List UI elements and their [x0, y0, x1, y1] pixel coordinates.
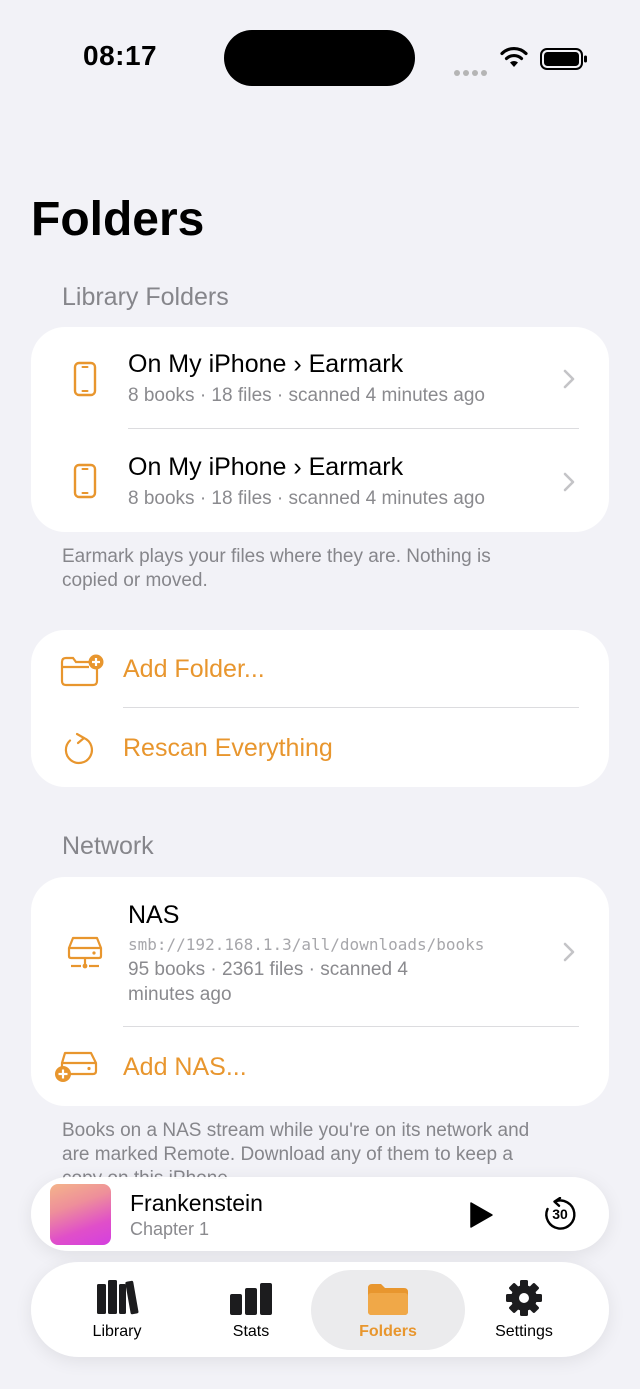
nas-add-icon — [55, 1051, 98, 1082]
rescan-everything-button[interactable]: Rescan Everything — [31, 708, 609, 787]
folder-icon — [368, 1284, 408, 1315]
tab-library[interactable]: Library — [57, 1262, 177, 1357]
tab-label: Library — [92, 1323, 142, 1340]
folder-subtitle: 8 books · 18 files · scanned 4 minutes a… — [128, 385, 485, 406]
refresh-icon — [64, 732, 93, 765]
tab-settings[interactable]: Settings — [464, 1262, 584, 1357]
nas-row[interactable]: NAS smb://192.168.1.3/all/downloads/book… — [31, 877, 609, 1026]
section-label-network: Network — [62, 832, 154, 860]
skip-back-30-button[interactable]: 30 — [542, 1197, 578, 1233]
books-icon — [97, 1280, 139, 1315]
iphone-icon — [73, 361, 97, 397]
battery-icon — [540, 48, 587, 70]
status-time: 08:17 — [83, 40, 158, 71]
wifi-icon — [500, 46, 528, 67]
now-playing-title: Frankenstein — [130, 1190, 263, 1216]
add-folder-label: Add Folder... — [123, 655, 265, 683]
play-icon[interactable] — [467, 1201, 495, 1229]
stats-icon — [230, 1283, 272, 1315]
folder-subtitle: 8 books · 18 files · scanned 4 minutes a… — [128, 488, 485, 509]
add-nas-button[interactable]: Add NAS... — [31, 1027, 609, 1106]
cover-art — [50, 1184, 111, 1245]
tab-label: Stats — [232, 1323, 270, 1340]
nas-drive-icon — [67, 936, 103, 969]
network-card: NAS smb://192.168.1.3/all/downloads/book… — [31, 877, 609, 1106]
rescan-label: Rescan Everything — [123, 734, 333, 762]
chevron-right-icon — [563, 942, 575, 962]
add-folder-button[interactable]: Add Folder... — [31, 630, 609, 708]
folder-add-icon — [60, 654, 104, 687]
tab-label: Settings — [495, 1323, 553, 1340]
page-title: Folders — [31, 193, 205, 246]
tab-folders[interactable]: Folders — [311, 1270, 465, 1350]
chevron-right-icon — [563, 369, 575, 389]
now-playing-subtitle: Chapter 1 — [130, 1219, 210, 1239]
library-folder-row[interactable]: On My iPhone › Earmark 8 books · 18 file… — [31, 429, 609, 532]
skip-seconds-label: 30 — [552, 1206, 568, 1222]
chevron-right-icon — [563, 472, 575, 492]
folder-title: On My iPhone › Earmark — [128, 453, 404, 481]
tab-label: Folders — [359, 1323, 417, 1340]
cellular-dots-icon — [454, 63, 490, 81]
tab-stats[interactable]: Stats — [191, 1262, 311, 1357]
library-footnote: Earmark plays your files where they are.… — [62, 546, 491, 591]
nas-path: smb://192.168.1.3/all/downloads/books — [128, 935, 485, 954]
nas-meta-line2: minutes ago — [128, 984, 232, 1005]
section-label-library-folders: Library Folders — [62, 283, 229, 311]
network-footnote: Books on a NAS stream while you're on it… — [62, 1120, 530, 1179]
dynamic-island — [224, 30, 415, 86]
add-nas-label: Add NAS... — [123, 1053, 247, 1081]
tab-bar: Library Stats Folders Settings — [31, 1262, 609, 1357]
library-folders-card: On My iPhone › Earmark 8 books · 18 file… — [31, 327, 609, 532]
mini-player[interactable]: Frankenstein Chapter 1 30 — [31, 1177, 609, 1251]
folder-title: On My iPhone › Earmark — [128, 350, 404, 378]
folder-actions-card: Add Folder... Rescan Everything — [31, 630, 609, 787]
nas-meta-line1: 95 books · 2361 files · scanned 4 — [128, 959, 408, 980]
library-folder-row[interactable]: On My iPhone › Earmark 8 books · 18 file… — [31, 327, 609, 429]
iphone-icon — [73, 463, 97, 499]
nas-title: NAS — [128, 901, 180, 929]
gear-icon — [506, 1280, 542, 1316]
